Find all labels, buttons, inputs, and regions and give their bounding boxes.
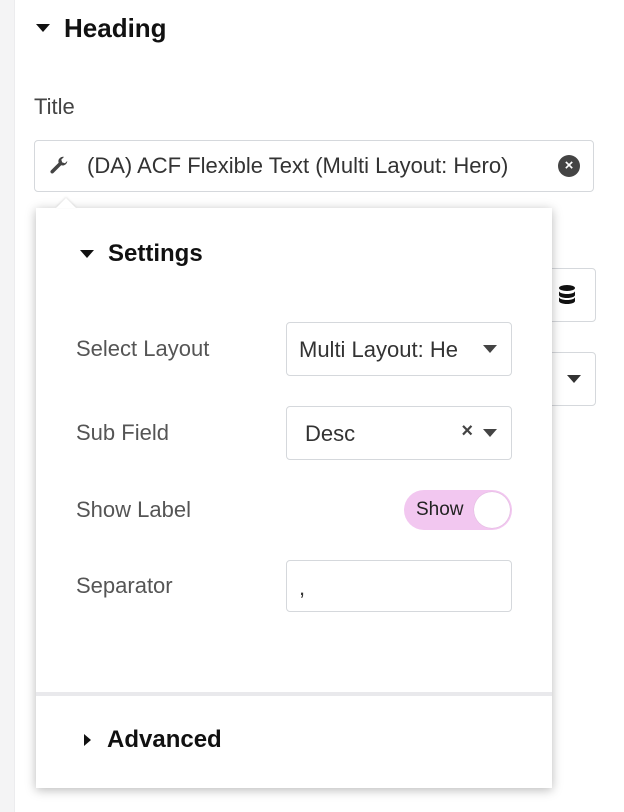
section-divider (36, 692, 552, 696)
left-strip (0, 0, 15, 812)
select-layout-value: Multi Layout: He (299, 337, 458, 362)
title-label: Title (34, 94, 75, 119)
caret-down-icon (80, 250, 94, 258)
advanced-section-title: Advanced (107, 726, 222, 753)
separator-input[interactable]: , (286, 560, 512, 612)
sub-field-value: Desc (305, 421, 356, 446)
select-layout-label: Select Layout (76, 336, 210, 361)
separator-value: , (299, 575, 306, 600)
select-layout-dropdown[interactable]: Multi Layout: He (286, 322, 512, 376)
advanced-section-toggle[interactable]: Advanced (84, 726, 222, 754)
show-label-label: Show Label (76, 497, 191, 522)
chevron-down-icon (483, 345, 497, 353)
heading-section-title: Heading (64, 12, 167, 43)
caret-down-icon (36, 24, 50, 32)
separator-label: Separator (76, 573, 173, 598)
sub-field-dropdown[interactable]: Desc × (286, 406, 512, 460)
dynamic-settings-popover: Settings Select Layout Multi Layout: He … (36, 198, 552, 788)
toggle-label: Show (416, 499, 464, 520)
popover-arrow (56, 198, 76, 208)
title-dynamic-input[interactable]: (DA) ACF Flexible Text (Multi Layout: He… (34, 140, 594, 192)
show-label-toggle[interactable]: Show (404, 490, 512, 530)
chevron-down-icon (483, 429, 497, 437)
chevron-down-icon (567, 375, 581, 383)
caret-right-icon (84, 734, 91, 746)
clear-icon[interactable]: × (558, 155, 580, 177)
wrench-icon[interactable] (47, 154, 71, 178)
title-value: (DA) ACF Flexible Text (Multi Layout: He… (87, 153, 509, 178)
toggle-knob (474, 492, 510, 528)
database-icon[interactable] (557, 284, 577, 311)
sub-field-label: Sub Field (76, 420, 169, 445)
settings-section-title: Settings (108, 240, 203, 267)
heading-section-toggle[interactable]: Heading (36, 12, 167, 44)
editor-panel: Heading Title (DA) ACF Flexible Text (Mu… (0, 0, 624, 812)
clear-selection-icon[interactable]: × (461, 420, 473, 443)
settings-section-toggle[interactable]: Settings (80, 240, 203, 268)
